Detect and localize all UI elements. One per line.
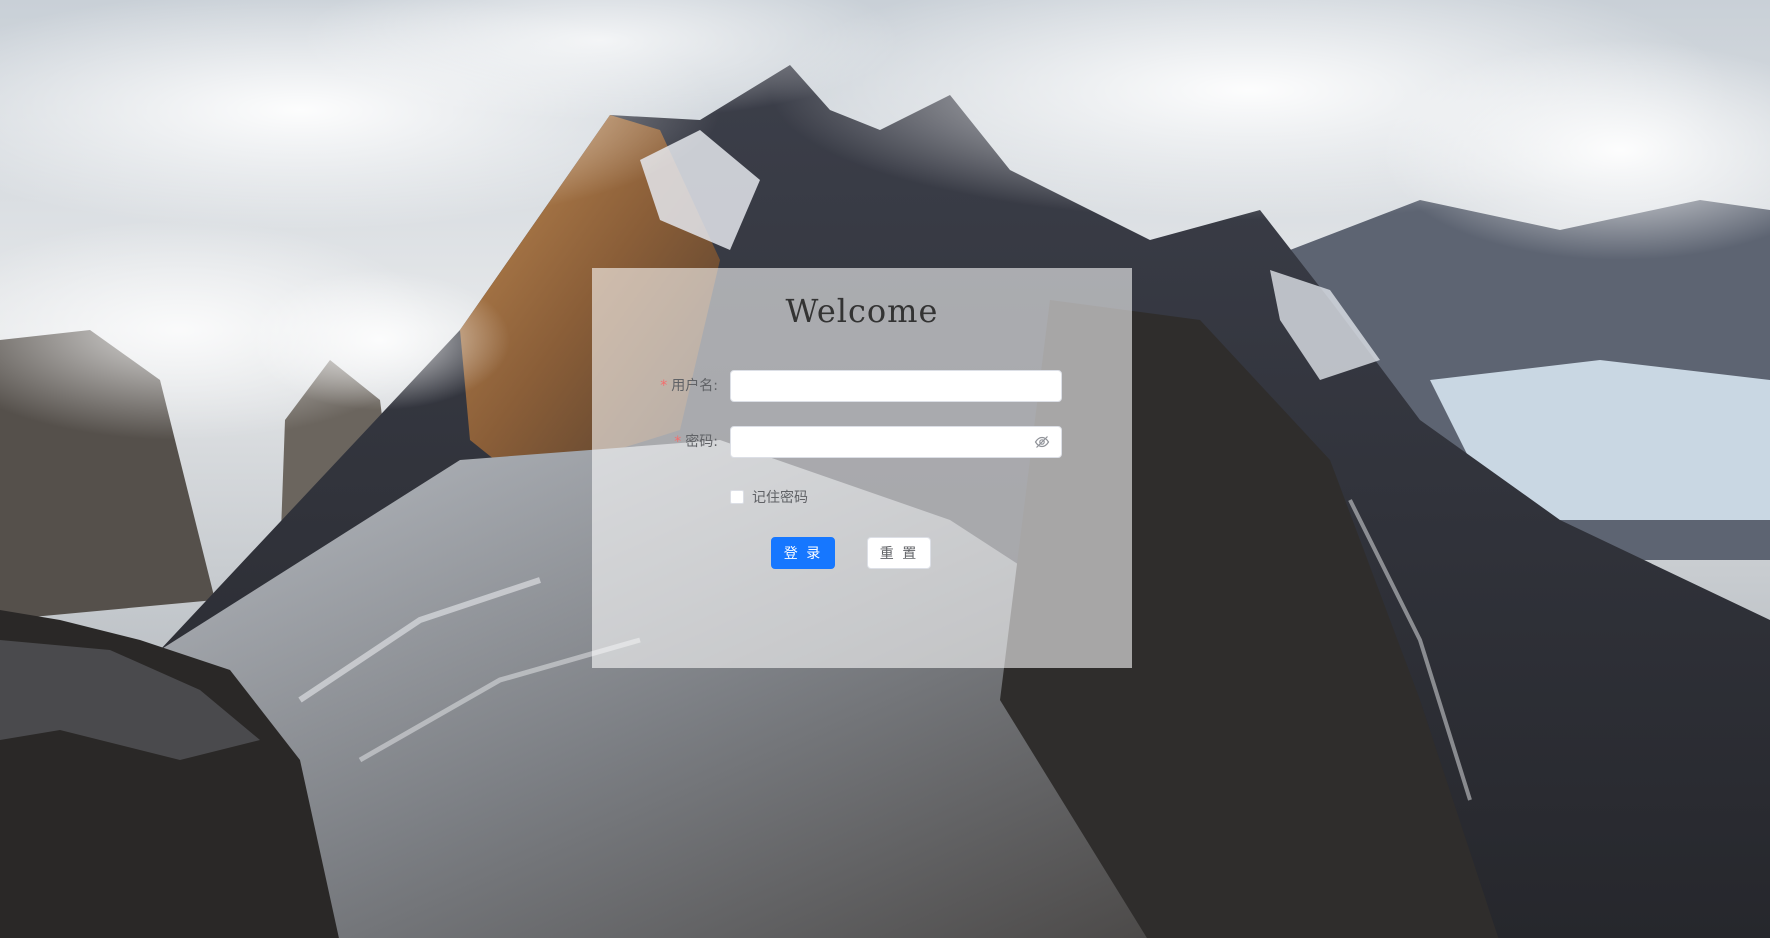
password-label-text: 密码: bbox=[685, 434, 718, 450]
required-mark: * bbox=[674, 434, 682, 450]
remember-password-label: 记住密码 bbox=[752, 490, 808, 506]
login-page: Welcome * 用户名: * 密码: 记住密码 登 录 重 置 bbox=[0, 0, 1770, 943]
password-row: * 密码: bbox=[592, 426, 1132, 458]
reset-button[interactable]: 重 置 bbox=[867, 537, 931, 569]
username-row: * 用户名: bbox=[592, 370, 1132, 402]
username-label-text: 用户名: bbox=[671, 378, 718, 394]
required-mark: * bbox=[660, 378, 668, 394]
page-bottom-edge bbox=[0, 938, 1770, 943]
login-card: Welcome * 用户名: * 密码: 记住密码 登 录 重 置 bbox=[592, 268, 1132, 668]
eye-hidden-icon[interactable] bbox=[1034, 434, 1050, 450]
card-title: Welcome bbox=[785, 292, 939, 330]
checkbox-box[interactable] bbox=[730, 490, 744, 504]
login-button[interactable]: 登 录 bbox=[771, 537, 835, 569]
password-label: * 密码: bbox=[674, 426, 718, 458]
username-label: * 用户名: bbox=[660, 370, 718, 402]
password-input[interactable] bbox=[730, 426, 1062, 458]
remember-password-checkbox[interactable]: 记住密码 bbox=[730, 487, 808, 507]
username-input[interactable] bbox=[730, 370, 1062, 402]
